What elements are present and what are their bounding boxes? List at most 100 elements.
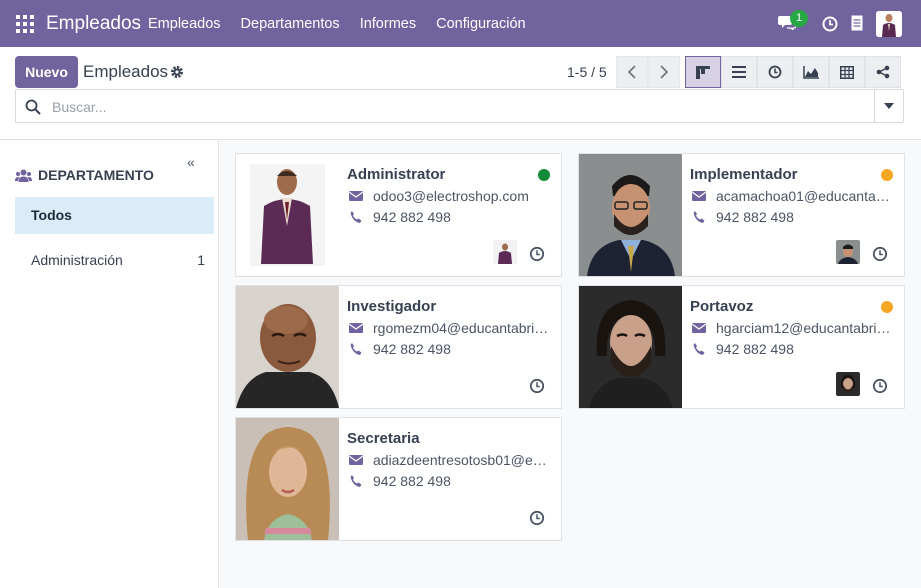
activity-clock-icon[interactable]	[529, 378, 545, 394]
sidebar-item-count: 1	[197, 252, 205, 268]
kanban-icon	[696, 65, 710, 79]
phone-icon	[693, 343, 705, 355]
employee-name: Portavoz	[690, 298, 754, 315]
search-input[interactable]	[52, 97, 872, 117]
employee-photo	[579, 286, 682, 408]
pivot-view-button[interactable]	[829, 56, 865, 88]
hierarchy-view-button[interactable]	[865, 56, 901, 88]
employee-phone: 942 882 498	[349, 473, 554, 489]
activity-clock-icon[interactable]	[529, 510, 545, 526]
activity-clock-icon[interactable]	[529, 246, 545, 262]
employee-photo	[236, 286, 339, 408]
employee-card[interactable]: Secretaria adiazdeentresotosb01@educanta…	[235, 417, 562, 541]
employee-photo	[579, 154, 682, 276]
user-avatar[interactable]	[876, 11, 902, 37]
view-switcher	[685, 56, 901, 88]
page-title: Empleados	[83, 62, 169, 81]
employee-card[interactable]: Investigador rgomezm04@educantabria.es 9…	[235, 285, 562, 409]
activity-clock-icon[interactable]	[872, 246, 888, 262]
pager-value[interactable]: 1-5 / 5	[567, 64, 607, 80]
employee-phone-text: 942 882 498	[716, 209, 794, 225]
employee-email: rgomezm04@educantabria.es	[349, 320, 554, 336]
envelope-icon	[692, 323, 706, 333]
chevron-left-icon	[627, 65, 636, 79]
search-icon[interactable]	[25, 99, 41, 115]
users-icon	[15, 169, 32, 182]
envelope-icon	[349, 323, 363, 333]
phone-icon	[350, 343, 362, 355]
status-indicator	[538, 169, 550, 181]
employee-phone: 942 882 498	[349, 341, 554, 357]
menu-configuracion[interactable]: Configuración	[436, 16, 525, 32]
kanban-area: Administrator odoo3@electroshop.com 942 …	[220, 140, 921, 588]
activity-clock-icon[interactable]	[872, 378, 888, 394]
employee-avatar	[836, 240, 860, 264]
envelope-icon	[349, 455, 363, 465]
menu-informes[interactable]: Informes	[360, 16, 416, 32]
phone-icon	[350, 211, 362, 223]
employee-phone: 942 882 498	[349, 209, 554, 225]
collapse-panel-icon[interactable]: «	[187, 154, 195, 170]
status-indicator	[881, 301, 893, 313]
top-navbar: Empleados Empleados Departamentos Inform…	[0, 0, 921, 47]
pager-next-button[interactable]	[648, 56, 680, 88]
chevron-right-icon	[660, 65, 669, 79]
new-button[interactable]: Nuevo	[15, 56, 78, 88]
sidebar-item-todos[interactable]: Todos	[15, 197, 214, 234]
document-icon[interactable]	[851, 15, 863, 31]
employee-email-text: rgomezm04@educantabria.es	[373, 320, 554, 336]
area-chart-icon	[803, 65, 819, 79]
employee-email-text: hgarciam12@educantabria.es	[716, 320, 897, 336]
employee-phone: 942 882 498	[692, 209, 897, 225]
share-icon	[876, 65, 890, 79]
app-name[interactable]: Empleados	[46, 13, 141, 35]
employee-phone-text: 942 882 498	[716, 341, 794, 357]
menu-departamentos[interactable]: Departamentos	[241, 16, 340, 32]
employee-name: Secretaria	[347, 430, 420, 447]
message-count-badge: 1	[790, 10, 808, 27]
employee-avatar	[836, 372, 860, 396]
activity-clock-icon[interactable]	[822, 16, 838, 32]
apps-menu-icon[interactable]	[16, 15, 34, 33]
menu-empleados[interactable]: Empleados	[148, 16, 221, 32]
kanban-view-button[interactable]	[685, 56, 721, 88]
main-menu: Empleados Departamentos Informes Configu…	[148, 16, 546, 32]
search-bar	[15, 89, 904, 123]
employee-card[interactable]: Portavoz hgarciam12@educantabria.es 942 …	[578, 285, 905, 409]
search-panel: « DEPARTAMENTO Todos Administración 1	[0, 140, 219, 588]
sidebar-item-administracion[interactable]: Administración 1	[15, 242, 214, 279]
table-icon	[840, 65, 854, 79]
employee-email-text: acamachoa01@educantabria.es	[716, 188, 897, 204]
employee-phone-text: 942 882 498	[373, 473, 451, 489]
employee-name: Implementador	[690, 166, 798, 183]
sidebar-item-label: Todos	[31, 207, 72, 223]
department-heading-label: DEPARTAMENTO	[38, 167, 154, 183]
gear-icon[interactable]	[170, 65, 184, 79]
employee-phone: 942 882 498	[692, 341, 897, 357]
employee-card[interactable]: Implementador acamachoa01@educantabria.e…	[578, 153, 905, 277]
employee-name: Investigador	[347, 298, 437, 315]
phone-icon	[693, 211, 705, 223]
sidebar-item-label: Administración	[31, 252, 123, 268]
caret-down-icon	[884, 103, 894, 109]
employee-email: hgarciam12@educantabria.es	[692, 320, 897, 336]
employee-photo	[236, 154, 339, 276]
activity-view-button[interactable]	[757, 56, 793, 88]
employee-avatar	[493, 240, 517, 264]
envelope-icon	[349, 191, 363, 201]
phone-icon	[350, 475, 362, 487]
employee-phone-text: 942 882 498	[373, 209, 451, 225]
pager-previous-button[interactable]	[616, 56, 648, 88]
search-options-toggle[interactable]	[874, 90, 903, 122]
employee-email: adiazdeentresotosb01@educantabria.es	[349, 452, 554, 468]
department-heading: DEPARTAMENTO	[15, 167, 154, 183]
graph-view-button[interactable]	[793, 56, 829, 88]
employee-name: Administrator	[347, 166, 446, 183]
list-view-button[interactable]	[721, 56, 757, 88]
employee-card[interactable]: Administrator odoo3@electroshop.com 942 …	[235, 153, 562, 277]
employee-email: odoo3@electroshop.com	[349, 188, 554, 204]
envelope-icon	[692, 191, 706, 201]
status-indicator	[881, 169, 893, 181]
employee-email: acamachoa01@educantabria.es	[692, 188, 897, 204]
employee-phone-text: 942 882 498	[373, 341, 451, 357]
